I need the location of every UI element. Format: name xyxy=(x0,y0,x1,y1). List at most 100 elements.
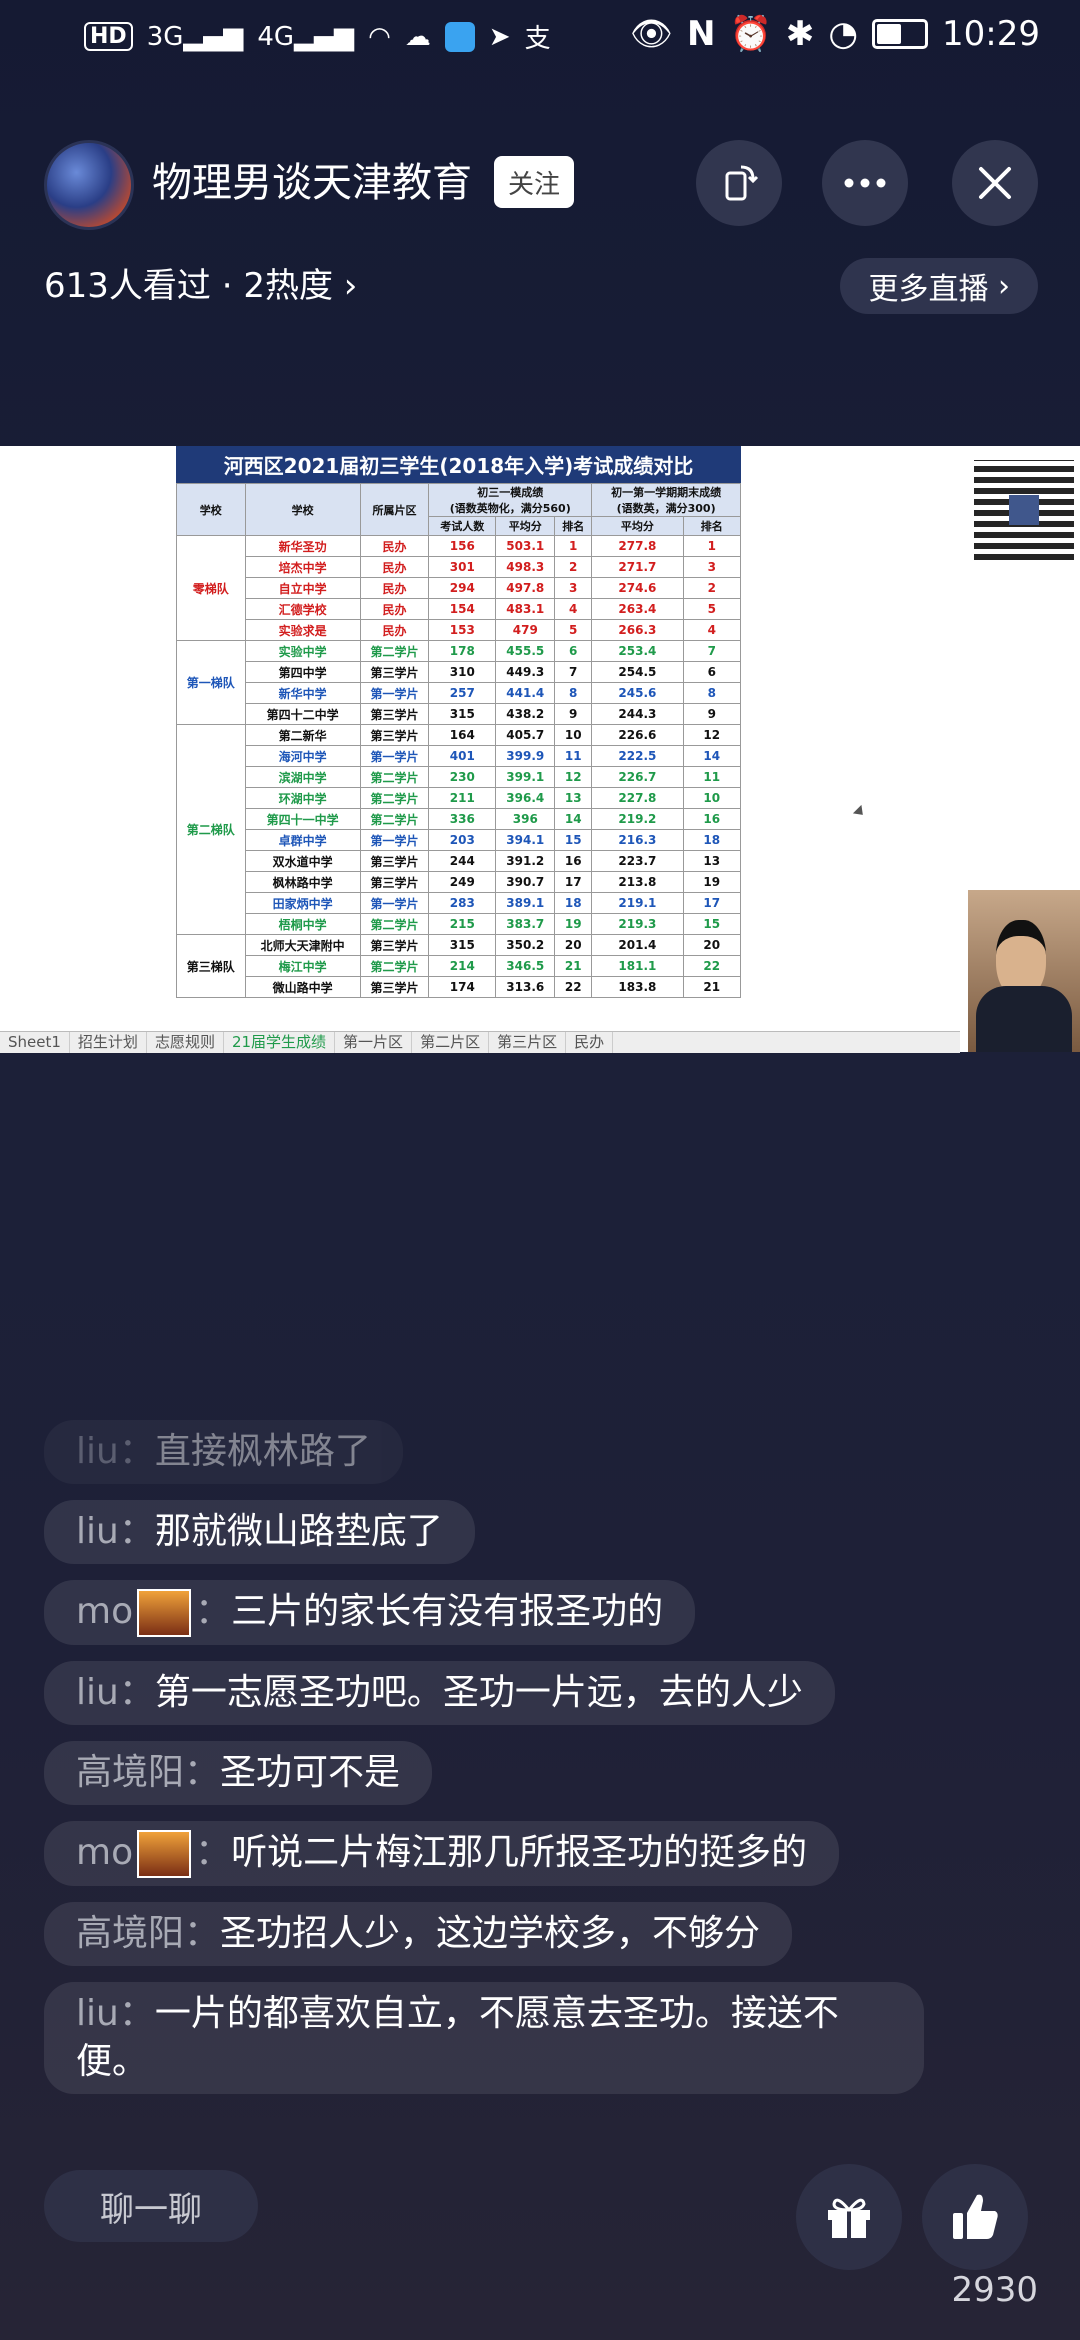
cell-avg1: 503.1 xyxy=(495,535,556,557)
chat-username[interactable]: liu xyxy=(76,1511,119,1552)
chat-text: 三片的家长有没有报圣功的 xyxy=(231,1591,664,1632)
chat-separator: ： xyxy=(118,1431,155,1472)
cell-district: 第二学片 xyxy=(359,955,430,977)
cell-avg1: 399.9 xyxy=(495,745,556,767)
chat-username[interactable]: 高境阳 xyxy=(76,1752,184,1793)
cell-avg1: 390.7 xyxy=(495,871,556,893)
cell-count: 230 xyxy=(428,766,497,788)
cell-school: 自立中学 xyxy=(244,577,361,599)
table-row: 培杰中学 民办 301 498.3 2 271.7 3 xyxy=(177,556,742,578)
chat-message[interactable]: 高境阳：圣功可不是 xyxy=(44,1741,433,1805)
cell-school: 田家炳中学 xyxy=(244,892,361,914)
cell-avg1: 441.4 xyxy=(495,682,556,704)
cell-avg2: 274.6 xyxy=(591,577,684,599)
gift-button[interactable] xyxy=(796,2164,902,2270)
tier-label: 零梯队 xyxy=(176,535,246,641)
close-button[interactable] xyxy=(952,140,1038,226)
follow-button[interactable]: 关注 xyxy=(494,156,574,208)
clock: 10:29 xyxy=(942,14,1040,54)
cell-avg1: 405.7 xyxy=(495,724,556,746)
table-row: 双水道中学 第三学片 244 391.2 16 223.7 13 xyxy=(177,850,742,872)
cell-district: 第二学片 xyxy=(359,640,430,662)
cell-avg1: 497.8 xyxy=(495,577,556,599)
chat-input[interactable]: 聊一聊 xyxy=(44,2170,258,2242)
channel-name[interactable]: 物理男谈天津教育 xyxy=(152,150,472,208)
chat-text: 一片的都喜欢自立，不愿意去圣功。接送不便。 xyxy=(76,1993,839,2082)
cell-school: 第二新华 xyxy=(244,724,361,746)
cell-district: 民办 xyxy=(359,598,430,620)
cell-count: 310 xyxy=(428,661,497,683)
more-options-button[interactable] xyxy=(822,140,908,226)
cell-avg2: 244.3 xyxy=(591,703,684,725)
chat-message[interactable]: 高境阳：圣功招人少，这边学校多，不够分 xyxy=(44,1902,793,1966)
chat-message[interactable]: liu：一片的都喜欢自立，不愿意去圣功。接送不便。 xyxy=(44,1982,924,2094)
cell-school: 实验中学 xyxy=(244,640,361,662)
cell-rank1: 21 xyxy=(554,955,593,977)
cell-avg2: 216.3 xyxy=(591,829,684,851)
cell-avg2: 254.5 xyxy=(591,661,684,683)
cell-district: 第三学片 xyxy=(359,661,430,683)
chat-message[interactable]: liu：那就微山路垫底了 xyxy=(44,1500,475,1564)
cell-rank1: 19 xyxy=(554,913,593,935)
rotate-screen-button[interactable] xyxy=(696,140,782,226)
cell-rank1: 18 xyxy=(554,892,593,914)
sheet-tab: 志愿规则 xyxy=(147,1032,224,1053)
viewers-stats[interactable]: 613人看过 · 2热度 › xyxy=(44,258,357,307)
cell-avg1: 383.7 xyxy=(495,913,556,935)
table-row: 实验求是 民办 153 479 5 266.3 4 xyxy=(177,619,742,641)
table-row: 海河中学 第一学片 401 399.9 11 222.5 14 xyxy=(177,745,742,767)
chat-username[interactable]: mo xyxy=(76,1832,133,1873)
channel-avatar[interactable] xyxy=(44,140,134,230)
cell-rank1: 15 xyxy=(554,829,593,851)
cell-rank2: 19 xyxy=(682,871,742,893)
more-live-button[interactable]: 更多直播 › xyxy=(840,258,1038,314)
cell-rank1: 16 xyxy=(554,850,593,872)
cell-avg2: 219.2 xyxy=(591,808,684,830)
chat-username[interactable]: liu xyxy=(76,1993,119,2034)
cell-district: 第三学片 xyxy=(359,871,430,893)
cell-district: 民办 xyxy=(359,535,430,557)
chat-username[interactable]: mo xyxy=(76,1591,133,1632)
chat-list[interactable]: liu：直接枫林路了 liu：那就微山路垫底了 mo ：三片的家长有没有报圣功的 liu… xyxy=(44,1420,924,2110)
chat-username[interactable]: liu xyxy=(76,1431,119,1472)
cell-rank1: 14 xyxy=(554,808,593,830)
network-4g-icon: 4G▂▄▆ xyxy=(257,21,355,52)
cell-school: 新华中学 xyxy=(244,682,361,704)
sheet-tab: Sheet1 xyxy=(0,1032,70,1053)
cell-rank1: 13 xyxy=(554,787,593,809)
table-row: 环湖中学 第二学片 211 396.4 13 227.8 10 xyxy=(177,787,742,809)
live-video[interactable]: 河西区2021届初三学生(2018年入学)考试成绩对比 学校 学校 所属片区 初… xyxy=(0,446,1080,1053)
chat-username[interactable]: 高境阳 xyxy=(76,1913,184,1954)
cell-rank2: 22 xyxy=(682,955,742,977)
cell-avg1: 346.5 xyxy=(495,955,556,977)
cell-rank2: 17 xyxy=(682,892,742,914)
cell-count: 283 xyxy=(428,892,497,914)
cell-count: 154 xyxy=(428,598,497,620)
chat-message[interactable]: mo ：听说二片梅江那几所报圣功的挺多的 xyxy=(44,1821,840,1886)
table-row: 梅江中学 第二学片 214 346.5 21 181.1 22 xyxy=(177,955,742,977)
scores-body: 零梯队 新华圣功 民办 156 503.1 1 277.8 1 培杰中学 民办 301 498.3 2 2… xyxy=(176,535,742,998)
cell-school: 环湖中学 xyxy=(244,787,361,809)
cell-rank1: 6 xyxy=(554,640,593,662)
col-group1: 初三一模成绩 (语数英物化，满分560) xyxy=(428,483,593,517)
thumbs-up-icon xyxy=(953,2194,998,2239)
cell-school: 枫林路中学 xyxy=(244,871,361,893)
chat-separator: ： xyxy=(184,1913,221,1954)
tier-label: 第二梯队 xyxy=(176,724,246,935)
nfc-icon: N xyxy=(687,14,716,54)
bluetooth-icon: ✱ xyxy=(785,14,815,54)
cell-avg1: 483.1 xyxy=(495,598,556,620)
like-button[interactable] xyxy=(922,2164,1028,2270)
chat-username[interactable]: liu xyxy=(76,1672,119,1713)
cell-district: 第一学片 xyxy=(359,682,430,704)
cell-rank2: 1 xyxy=(682,535,742,557)
cell-count: 401 xyxy=(428,745,497,767)
cell-rank2: 6 xyxy=(682,661,742,683)
cell-avg1: 391.2 xyxy=(495,850,556,872)
cell-rank2: 8 xyxy=(682,682,742,704)
chat-message[interactable]: liu：第一志愿圣功吧。圣功一片远，去的人少 xyxy=(44,1661,835,1725)
chat-message[interactable]: liu：直接枫林路了 xyxy=(44,1420,403,1484)
chat-message[interactable]: mo ：三片的家长有没有报圣功的 xyxy=(44,1580,696,1645)
cell-count: 215 xyxy=(428,913,497,935)
cell-count: 315 xyxy=(428,703,497,725)
